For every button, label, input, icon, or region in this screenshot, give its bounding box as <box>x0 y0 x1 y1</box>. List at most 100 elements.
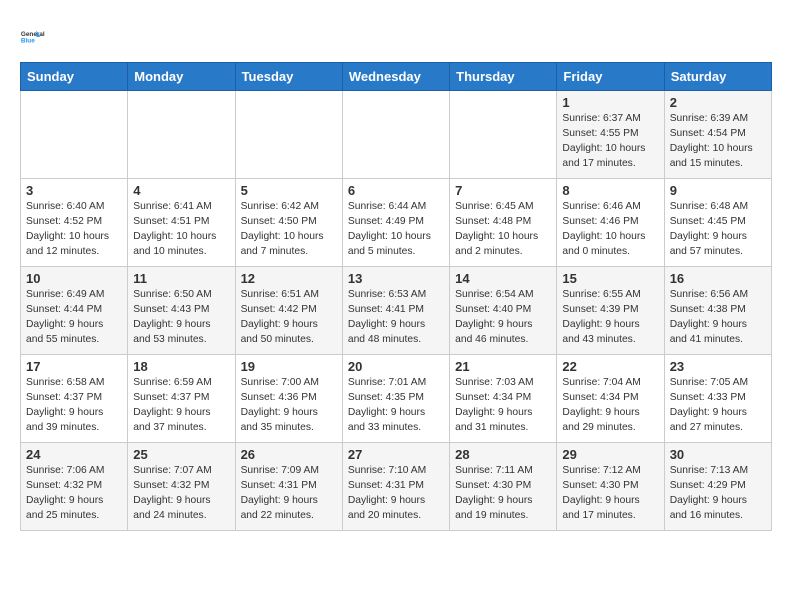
calendar-cell <box>21 91 128 179</box>
calendar-cell: 11 Sunrise: 6:50 AM Sunset: 4:43 PM Dayli… <box>128 267 235 355</box>
day-info: Sunrise: 6:41 AM Sunset: 4:51 PM Dayligh… <box>133 200 229 260</box>
day-number: 15 <box>562 271 658 286</box>
day-info: Sunrise: 7:01 AM Sunset: 4:35 PM Dayligh… <box>348 376 444 436</box>
calendar-cell: 10 Sunrise: 6:49 AM Sunset: 4:44 PM Dayli… <box>21 267 128 355</box>
day-number: 5 <box>241 183 337 198</box>
calendar-week-3: 10 Sunrise: 6:49 AM Sunset: 4:44 PM Dayli… <box>21 267 772 355</box>
day-number: 24 <box>26 447 122 462</box>
day-number: 10 <box>26 271 122 286</box>
calendar-cell: 19 Sunrise: 7:00 AM Sunset: 4:36 PM Dayli… <box>235 355 342 443</box>
day-number: 22 <box>562 359 658 374</box>
calendar-cell: 18 Sunrise: 6:59 AM Sunset: 4:37 PM Dayli… <box>128 355 235 443</box>
day-number: 20 <box>348 359 444 374</box>
day-info: Sunrise: 7:07 AM Sunset: 4:32 PM Dayligh… <box>133 464 229 524</box>
svg-text:Blue: Blue <box>21 37 35 44</box>
calendar-cell: 28Sunrise: 7:11 AM Sunset: 4:30 PM Dayli… <box>450 443 557 531</box>
calendar-cell: 22 Sunrise: 7:04 AM Sunset: 4:34 PM Dayli… <box>557 355 664 443</box>
day-number: 12 <box>241 271 337 286</box>
calendar-week-4: 17Sunrise: 6:58 AM Sunset: 4:37 PM Dayli… <box>21 355 772 443</box>
day-info: Sunrise: 7:00 AM Sunset: 4:36 PM Dayligh… <box>241 376 337 436</box>
day-info: Sunrise: 6:49 AM Sunset: 4:44 PM Dayligh… <box>26 288 122 348</box>
weekday-header-sunday: Sunday <box>21 63 128 91</box>
calendar-cell: 14Sunrise: 6:54 AM Sunset: 4:40 PM Dayli… <box>450 267 557 355</box>
weekday-header-friday: Friday <box>557 63 664 91</box>
weekday-header-row: SundayMondayTuesdayWednesdayThursdayFrid… <box>21 63 772 91</box>
day-number: 19 <box>241 359 337 374</box>
day-number: 13 <box>348 271 444 286</box>
calendar-cell <box>342 91 449 179</box>
page-header: General Blue <box>20 20 772 52</box>
calendar-cell: 30 Sunrise: 7:13 AM Sunset: 4:29 PM Dayli… <box>664 443 771 531</box>
day-number: 30 <box>670 447 766 462</box>
day-info: Sunrise: 6:55 AM Sunset: 4:39 PM Dayligh… <box>562 288 658 348</box>
calendar-cell: 3Sunrise: 6:40 AM Sunset: 4:52 PM Daylig… <box>21 179 128 267</box>
day-number: 27 <box>348 447 444 462</box>
calendar-cell: 16Sunrise: 6:56 AM Sunset: 4:38 PM Dayli… <box>664 267 771 355</box>
day-number: 29 <box>562 447 658 462</box>
calendar-body: 1 Sunrise: 6:37 AM Sunset: 4:55 PM Daylig… <box>21 91 772 531</box>
calendar-cell: 13 Sunrise: 6:53 AM Sunset: 4:41 PM Dayli… <box>342 267 449 355</box>
day-info: Sunrise: 6:42 AM Sunset: 4:50 PM Dayligh… <box>241 200 337 260</box>
weekday-header-thursday: Thursday <box>450 63 557 91</box>
day-info: Sunrise: 6:50 AM Sunset: 4:43 PM Dayligh… <box>133 288 229 348</box>
calendar-header: SundayMondayTuesdayWednesdayThursdayFrid… <box>21 63 772 91</box>
day-info: Sunrise: 7:04 AM Sunset: 4:34 PM Dayligh… <box>562 376 658 436</box>
calendar-cell: 8 Sunrise: 6:46 AM Sunset: 4:46 PM Daylig… <box>557 179 664 267</box>
day-number: 8 <box>562 183 658 198</box>
calendar-cell <box>235 91 342 179</box>
day-info: Sunrise: 7:06 AM Sunset: 4:32 PM Dayligh… <box>26 464 122 524</box>
calendar-cell: 9 Sunrise: 6:48 AM Sunset: 4:45 PM Daylig… <box>664 179 771 267</box>
calendar-cell: 2 Sunrise: 6:39 AM Sunset: 4:54 PM Daylig… <box>664 91 771 179</box>
calendar-cell <box>128 91 235 179</box>
calendar-cell: 21Sunrise: 7:03 AM Sunset: 4:34 PM Dayli… <box>450 355 557 443</box>
day-number: 14 <box>455 271 551 286</box>
calendar-cell: 6 Sunrise: 6:44 AM Sunset: 4:49 PM Daylig… <box>342 179 449 267</box>
day-number: 1 <box>562 95 658 110</box>
calendar-cell: 26 Sunrise: 7:09 AM Sunset: 4:31 PM Dayli… <box>235 443 342 531</box>
day-info: Sunrise: 6:53 AM Sunset: 4:41 PM Dayligh… <box>348 288 444 348</box>
day-number: 23 <box>670 359 766 374</box>
calendar-cell: 7Sunrise: 6:45 AM Sunset: 4:48 PM Daylig… <box>450 179 557 267</box>
calendar-cell: 24 Sunrise: 7:06 AM Sunset: 4:32 PM Dayli… <box>21 443 128 531</box>
day-number: 3 <box>26 183 122 198</box>
day-info: Sunrise: 6:59 AM Sunset: 4:37 PM Dayligh… <box>133 376 229 436</box>
day-info: Sunrise: 6:46 AM Sunset: 4:46 PM Dayligh… <box>562 200 658 260</box>
calendar-cell: 1 Sunrise: 6:37 AM Sunset: 4:55 PM Daylig… <box>557 91 664 179</box>
weekday-header-tuesday: Tuesday <box>235 63 342 91</box>
day-info: Sunrise: 7:11 AM Sunset: 4:30 PM Dayligh… <box>455 464 551 524</box>
logo-icon: General Blue <box>20 20 52 52</box>
weekday-header-monday: Monday <box>128 63 235 91</box>
day-number: 9 <box>670 183 766 198</box>
day-info: Sunrise: 6:45 AM Sunset: 4:48 PM Dayligh… <box>455 200 551 260</box>
day-info: Sunrise: 7:09 AM Sunset: 4:31 PM Dayligh… <box>241 464 337 524</box>
day-info: Sunrise: 6:44 AM Sunset: 4:49 PM Dayligh… <box>348 200 444 260</box>
day-number: 26 <box>241 447 337 462</box>
day-number: 6 <box>348 183 444 198</box>
weekday-header-saturday: Saturday <box>664 63 771 91</box>
calendar-cell: 15 Sunrise: 6:55 AM Sunset: 4:39 PM Dayli… <box>557 267 664 355</box>
calendar-cell <box>450 91 557 179</box>
calendar-table: SundayMondayTuesdayWednesdayThursdayFrid… <box>20 62 772 531</box>
day-number: 18 <box>133 359 229 374</box>
day-info: Sunrise: 6:48 AM Sunset: 4:45 PM Dayligh… <box>670 200 766 260</box>
calendar-cell: 5 Sunrise: 6:42 AM Sunset: 4:50 PM Daylig… <box>235 179 342 267</box>
day-number: 2 <box>670 95 766 110</box>
calendar-cell: 25 Sunrise: 7:07 AM Sunset: 4:32 PM Dayli… <box>128 443 235 531</box>
day-info: Sunrise: 7:12 AM Sunset: 4:30 PM Dayligh… <box>562 464 658 524</box>
calendar-cell: 27Sunrise: 7:10 AM Sunset: 4:31 PM Dayli… <box>342 443 449 531</box>
day-number: 25 <box>133 447 229 462</box>
day-number: 11 <box>133 271 229 286</box>
day-info: Sunrise: 6:56 AM Sunset: 4:38 PM Dayligh… <box>670 288 766 348</box>
calendar-cell: 17Sunrise: 6:58 AM Sunset: 4:37 PM Dayli… <box>21 355 128 443</box>
day-info: Sunrise: 7:05 AM Sunset: 4:33 PM Dayligh… <box>670 376 766 436</box>
day-info: Sunrise: 6:37 AM Sunset: 4:55 PM Dayligh… <box>562 112 658 172</box>
day-info: Sunrise: 7:13 AM Sunset: 4:29 PM Dayligh… <box>670 464 766 524</box>
calendar-cell: 29 Sunrise: 7:12 AM Sunset: 4:30 PM Dayli… <box>557 443 664 531</box>
day-info: Sunrise: 7:03 AM Sunset: 4:34 PM Dayligh… <box>455 376 551 436</box>
calendar-week-2: 3Sunrise: 6:40 AM Sunset: 4:52 PM Daylig… <box>21 179 772 267</box>
weekday-header-wednesday: Wednesday <box>342 63 449 91</box>
logo: General Blue <box>20 20 56 52</box>
day-number: 4 <box>133 183 229 198</box>
calendar-week-1: 1 Sunrise: 6:37 AM Sunset: 4:55 PM Daylig… <box>21 91 772 179</box>
day-info: Sunrise: 6:39 AM Sunset: 4:54 PM Dayligh… <box>670 112 766 172</box>
